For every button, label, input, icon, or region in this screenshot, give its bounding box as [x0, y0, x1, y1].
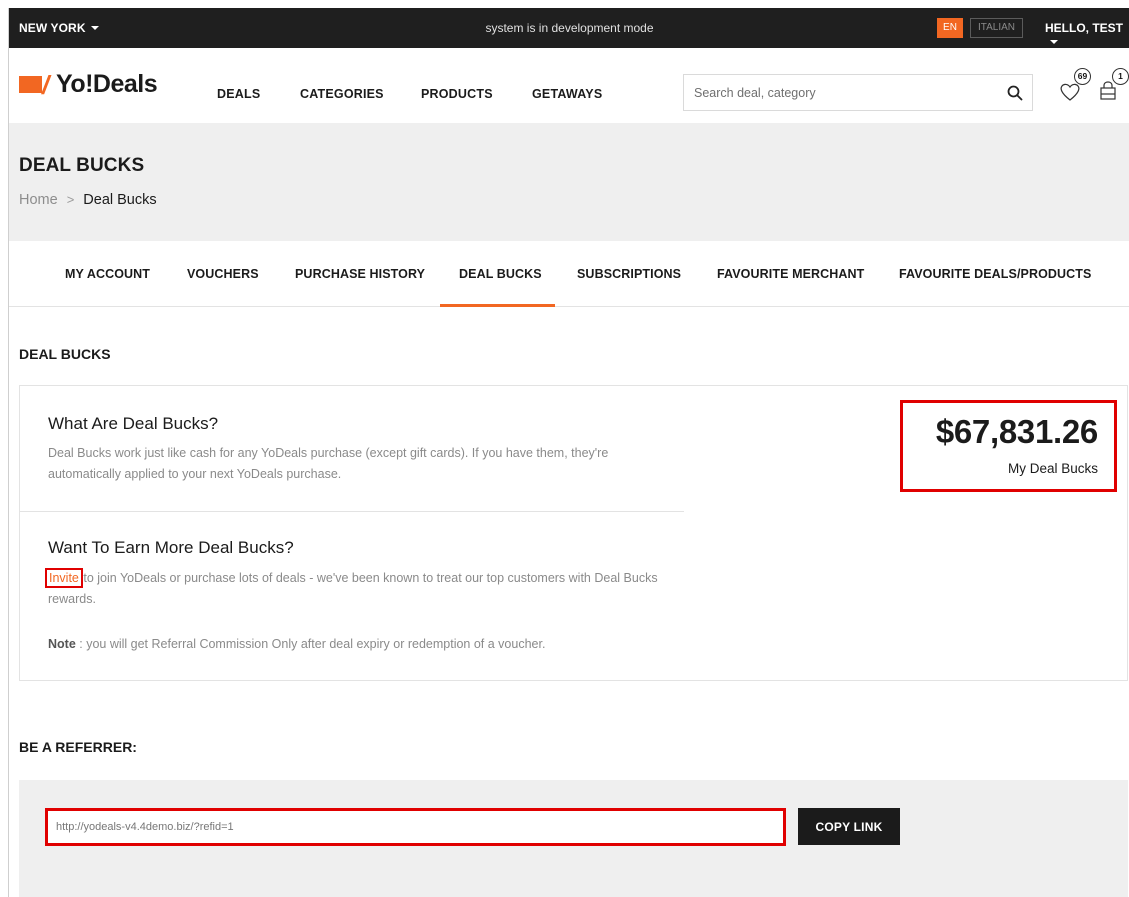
referrer-box: COPY LINK: [19, 780, 1128, 897]
page-banner: DEAL BUCKS Home > Deal Bucks: [9, 123, 1129, 241]
page-title: DEAL BUCKS: [19, 155, 145, 176]
tab-deal-bucks[interactable]: DEAL BUCKS: [459, 267, 542, 281]
tab-subscriptions[interactable]: SUBSCRIPTIONS: [577, 267, 681, 281]
tab-vouchers[interactable]: VOUCHERS: [187, 267, 259, 281]
wishlist-count-badge: 69: [1074, 68, 1091, 85]
lang-en-button[interactable]: EN: [937, 18, 963, 38]
earn-text: to join YoDeals or purchase lots of deal…: [48, 571, 658, 606]
referral-link-field: [45, 808, 786, 846]
balance-label: My Deal Bucks: [1007, 461, 1098, 476]
note: Note : you will get Referral Commission …: [48, 634, 658, 655]
cart-count-badge: 1: [1112, 68, 1129, 85]
wishlist-button[interactable]: 69: [1055, 68, 1091, 106]
breadcrumb-home-link[interactable]: Home: [19, 192, 58, 208]
city-selector[interactable]: NEW YORK: [19, 21, 99, 35]
breadcrumb: Home > Deal Bucks: [19, 192, 157, 208]
balance-amount: $67,831.26: [935, 413, 1098, 450]
referral-link-input[interactable]: [56, 819, 756, 835]
top-bar: NEW YORK system is in development mode E…: [9, 8, 1129, 48]
search-icon[interactable]: [1006, 84, 1024, 102]
lang-italian-button[interactable]: ITALIAN: [970, 18, 1023, 38]
chevron-right-icon: >: [66, 192, 75, 207]
nav-getaways[interactable]: GETAWAYS: [532, 87, 602, 101]
page: NEW YORK system is in development mode E…: [8, 8, 1129, 897]
tab-favourite-deals-products[interactable]: FAVOURITE DEALS/PRODUCTS: [899, 267, 1091, 281]
referrer-title: BE A REFERRER:: [19, 739, 137, 755]
chevron-down-icon: [90, 26, 99, 30]
logo-text: Yo!Deals: [56, 70, 158, 98]
tab-my-account[interactable]: MY ACCOUNT: [65, 267, 150, 281]
note-text: : you will get Referral Commission Only …: [75, 637, 546, 651]
nav-categories[interactable]: CATEGORIES: [300, 87, 384, 101]
deal-bucks-card: What Are Deal Bucks? Deal Bucks work jus…: [19, 385, 1128, 681]
active-tab-indicator: [440, 304, 555, 307]
deal-bucks-balance: $67,831.26 My Deal Bucks: [900, 400, 1117, 492]
user-menu[interactable]: HELLO, TEST: [1045, 21, 1129, 49]
breadcrumb-current: Deal Bucks: [83, 192, 157, 208]
nav-products[interactable]: PRODUCTS: [421, 87, 493, 101]
logo-mark-icon: [19, 76, 42, 93]
account-tabs: MY ACCOUNT VOUCHERS PURCHASE HISTORY DEA…: [9, 241, 1129, 307]
what-heading: What Are Deal Bucks?: [48, 414, 219, 433]
copy-link-button[interactable]: COPY LINK: [798, 808, 900, 845]
header: / Yo!Deals DEALS CATEGORIES PRODUCTS GET…: [9, 48, 1129, 123]
nav-deals[interactable]: DEALS: [217, 87, 260, 101]
section-title: DEAL BUCKS: [19, 346, 111, 362]
user-greeting: HELLO, TEST: [1045, 21, 1123, 35]
tab-favourite-merchant[interactable]: FAVOURITE MERCHANT: [717, 267, 864, 281]
chevron-down-icon: [1050, 40, 1058, 44]
note-label: Note: [48, 637, 76, 651]
search-box: [683, 74, 1033, 111]
earn-description: Invite to join YoDeals or purchase lots …: [45, 568, 658, 610]
cart-button[interactable]: 1: [1093, 68, 1129, 106]
logo-slash-icon: /: [42, 70, 50, 100]
what-description: Deal Bucks work just like cash for any Y…: [48, 446, 609, 481]
search-input[interactable]: [694, 84, 984, 102]
tab-purchase-history[interactable]: PURCHASE HISTORY: [295, 267, 425, 281]
divider: [20, 511, 684, 512]
invite-link[interactable]: Invite: [45, 568, 83, 588]
city-label: NEW YORK: [19, 21, 86, 35]
earn-heading: Want To Earn More Deal Bucks?: [48, 538, 294, 557]
